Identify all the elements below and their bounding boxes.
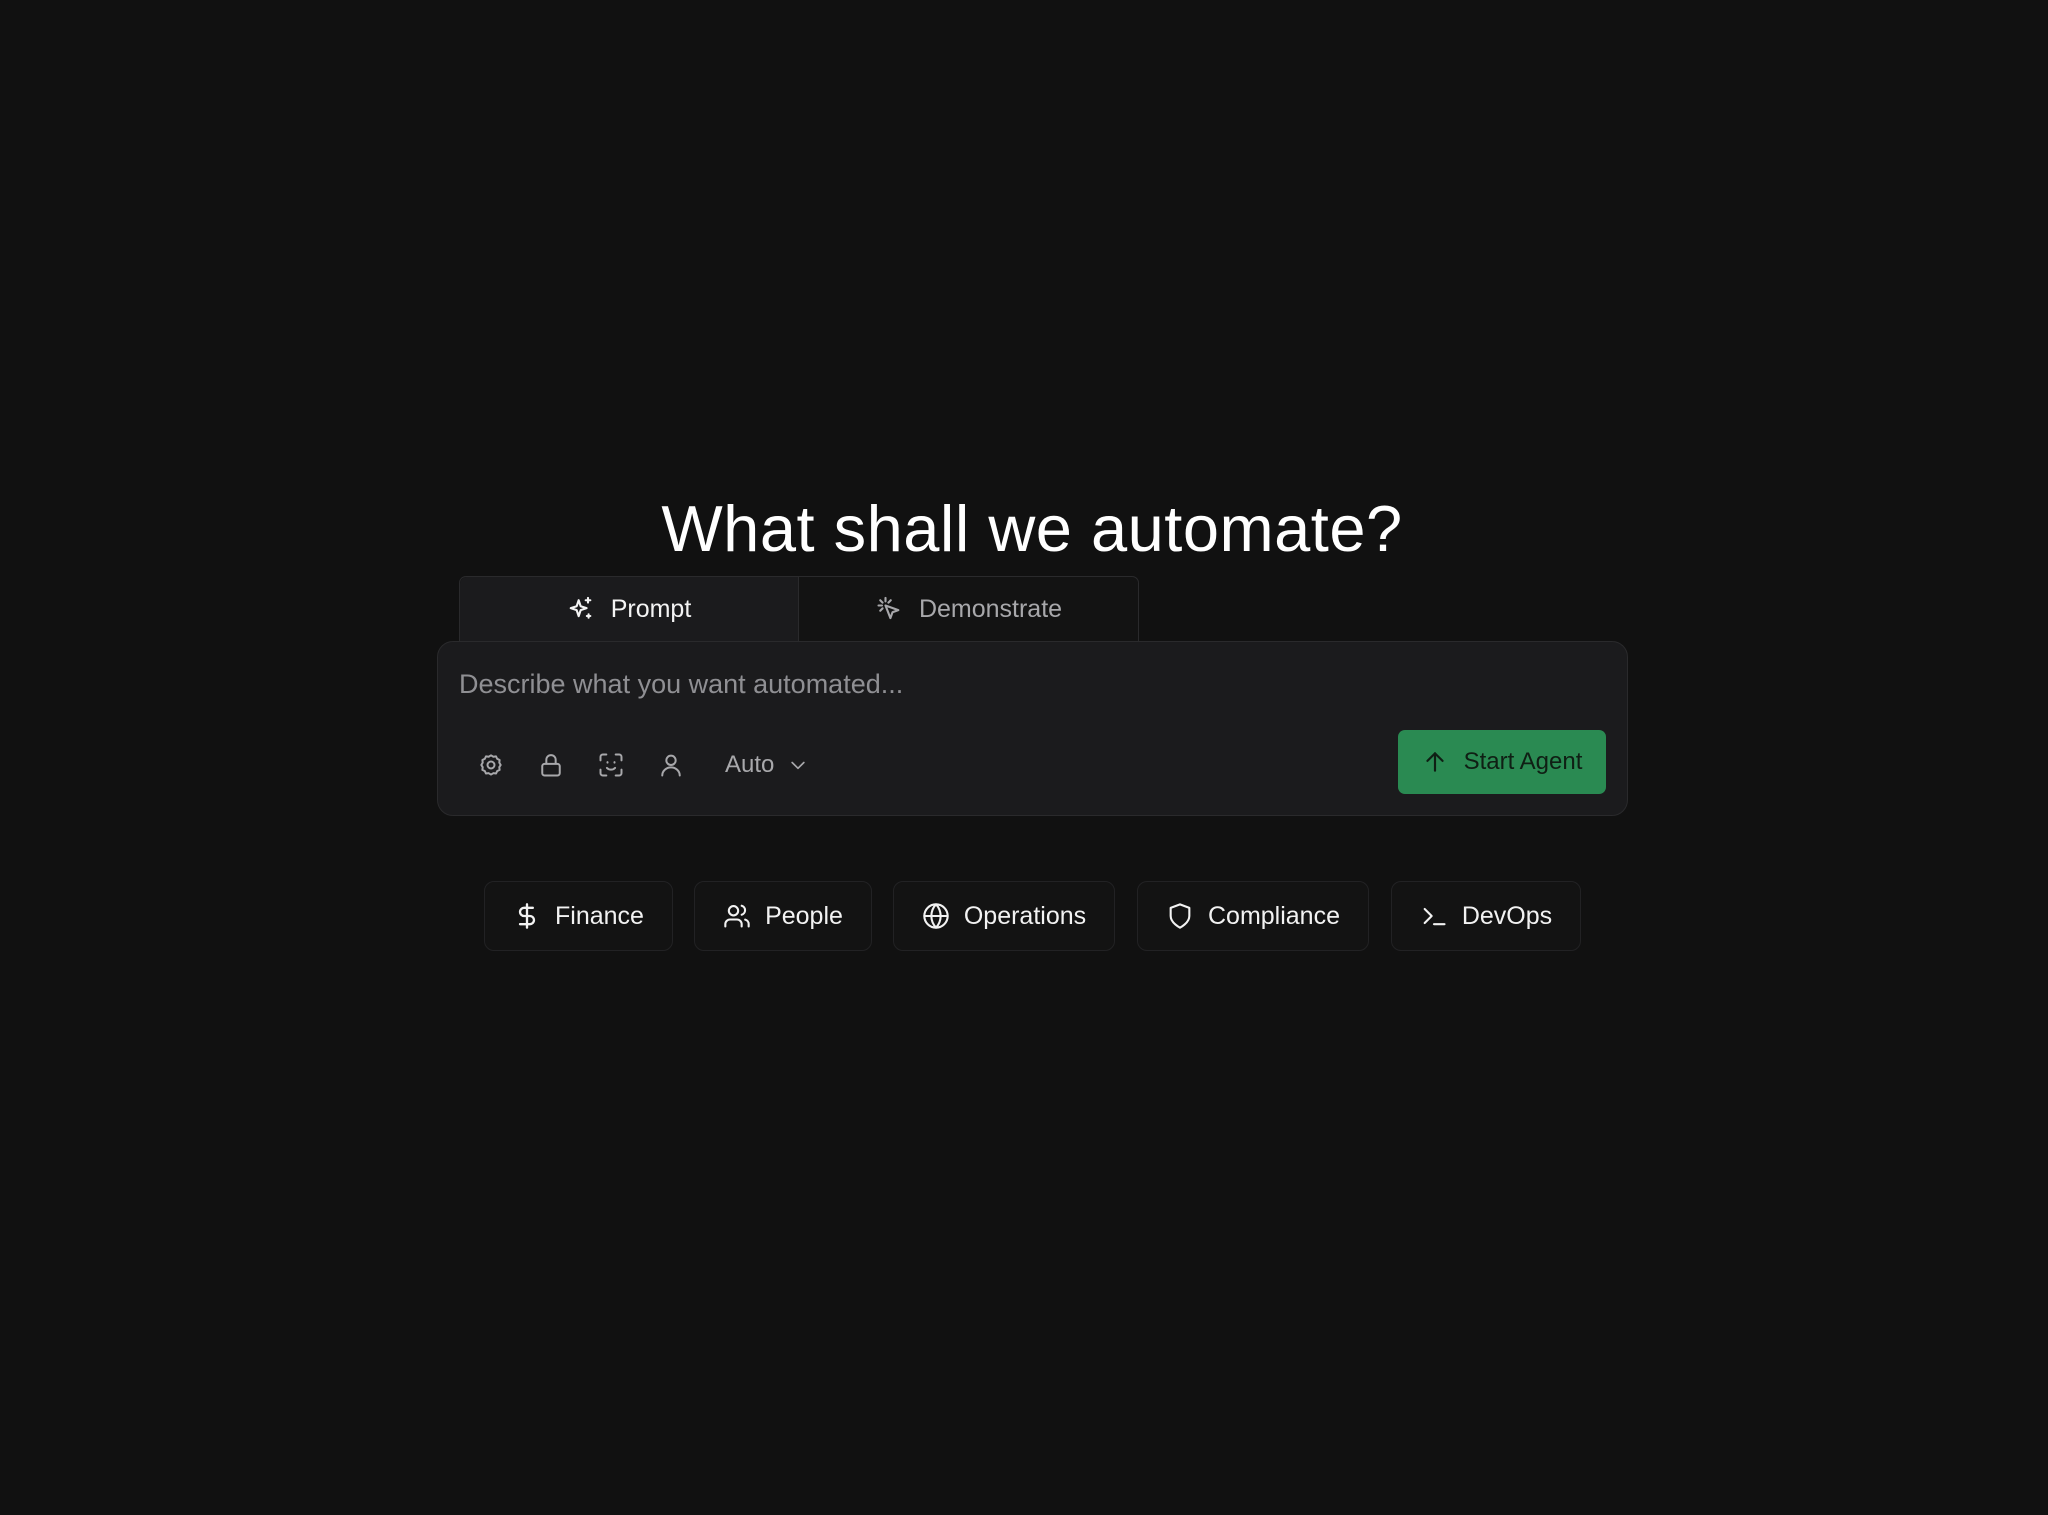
category-people[interactable]: People [694,881,872,951]
tab-prompt[interactable]: Prompt [460,577,799,641]
mode-tabs: Prompt Demonstrate [459,576,1139,641]
model-select-value: Auto [725,751,775,778]
shield-icon [1166,902,1194,930]
tab-demonstrate-label: Demonstrate [918,594,1063,623]
face-scan-icon[interactable] [591,745,631,785]
category-operations[interactable]: Operations [893,881,1115,951]
prompt-input[interactable] [459,664,1559,704]
users-icon [723,902,751,930]
model-select[interactable]: Auto [725,751,808,779]
category-finance-label: Finance [555,901,644,930]
tab-demonstrate[interactable]: Demonstrate [799,577,1138,641]
prompt-composer: Auto Start Agent [437,641,1628,816]
category-devops[interactable]: DevOps [1391,881,1581,951]
lock-icon[interactable] [531,745,571,785]
category-people-label: People [765,901,843,930]
category-compliance[interactable]: Compliance [1137,881,1369,951]
category-compliance-label: Compliance [1207,901,1340,930]
terminal-icon [1420,902,1448,930]
gear-icon[interactable] [471,745,511,785]
start-agent-button[interactable]: Start Agent [1398,730,1606,794]
page-title: What shall we automate? [661,491,1403,565]
sparkles-icon [567,595,595,623]
tab-prompt-label: Prompt [610,594,692,623]
category-operations-label: Operations [963,901,1087,930]
dollar-icon [513,902,541,930]
globe-icon [922,902,950,930]
arrow-up-icon [1422,749,1448,775]
start-agent-label: Start Agent [1463,748,1583,775]
category-devops-label: DevOps [1461,901,1553,930]
composer-toolbar: Auto [471,745,808,785]
chevron-down-icon [788,755,808,775]
user-icon[interactable] [651,745,691,785]
cursor-click-icon [875,595,903,623]
category-finance[interactable]: Finance [484,881,673,951]
